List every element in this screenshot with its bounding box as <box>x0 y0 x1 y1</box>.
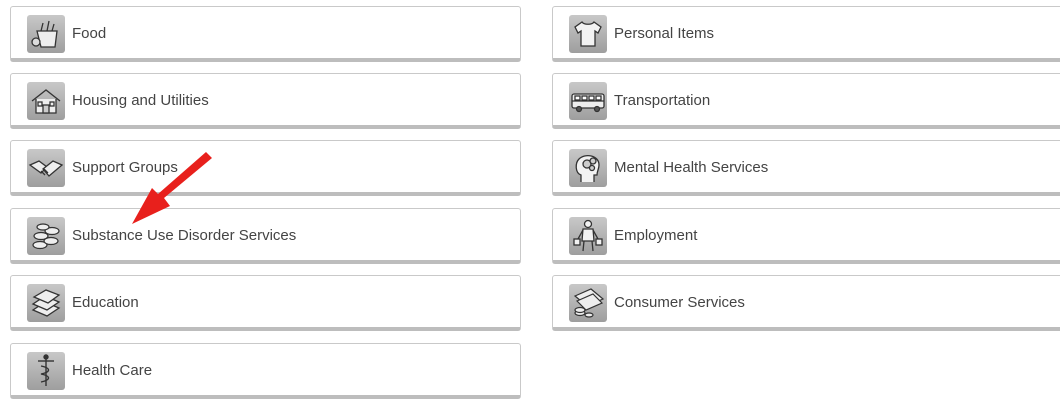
category-label: Employment <box>614 227 698 244</box>
category-employment[interactable]: Employment <box>552 208 1060 264</box>
category-personal-items[interactable]: Personal Items <box>552 6 1060 62</box>
category-label: Health Care <box>72 362 153 379</box>
head-gears-icon <box>569 149 607 187</box>
house-icon <box>27 82 65 120</box>
category-label: Transportation <box>614 92 711 109</box>
category-food[interactable]: Food <box>10 6 521 62</box>
pills-icon <box>27 217 65 255</box>
category-mental-health-services[interactable]: Mental Health Services <box>552 140 1060 196</box>
category-substance-use-disorder-services[interactable]: Substance Use Disorder Services <box>10 208 521 264</box>
caduceus-icon <box>27 352 65 390</box>
category-label: Food <box>72 25 107 42</box>
category-transportation[interactable]: Transportation <box>552 73 1060 129</box>
category-label: Education <box>72 294 139 311</box>
category-label: Substance Use Disorder Services <box>72 227 297 244</box>
category-label: Personal Items <box>614 25 715 42</box>
tshirt-icon <box>569 15 607 53</box>
category-grid: Food Housing and Utilities Support Group… <box>0 0 1060 402</box>
money-icon <box>569 284 607 322</box>
category-label: Housing and Utilities <box>72 92 209 109</box>
books-icon <box>27 284 65 322</box>
category-support-groups[interactable]: Support Groups <box>10 140 521 196</box>
bus-icon <box>569 82 607 120</box>
category-housing-and-utilities[interactable]: Housing and Utilities <box>10 73 521 129</box>
category-label: Consumer Services <box>614 294 745 311</box>
category-education[interactable]: Education <box>10 275 521 331</box>
category-label: Mental Health Services <box>614 159 769 176</box>
grocery-bag-icon <box>27 15 65 53</box>
category-consumer-services[interactable]: Consumer Services <box>552 275 1060 331</box>
category-label: Support Groups <box>72 159 178 176</box>
worker-icon <box>569 217 607 255</box>
handshake-icon <box>27 149 65 187</box>
category-health-care[interactable]: Health Care <box>10 343 521 399</box>
